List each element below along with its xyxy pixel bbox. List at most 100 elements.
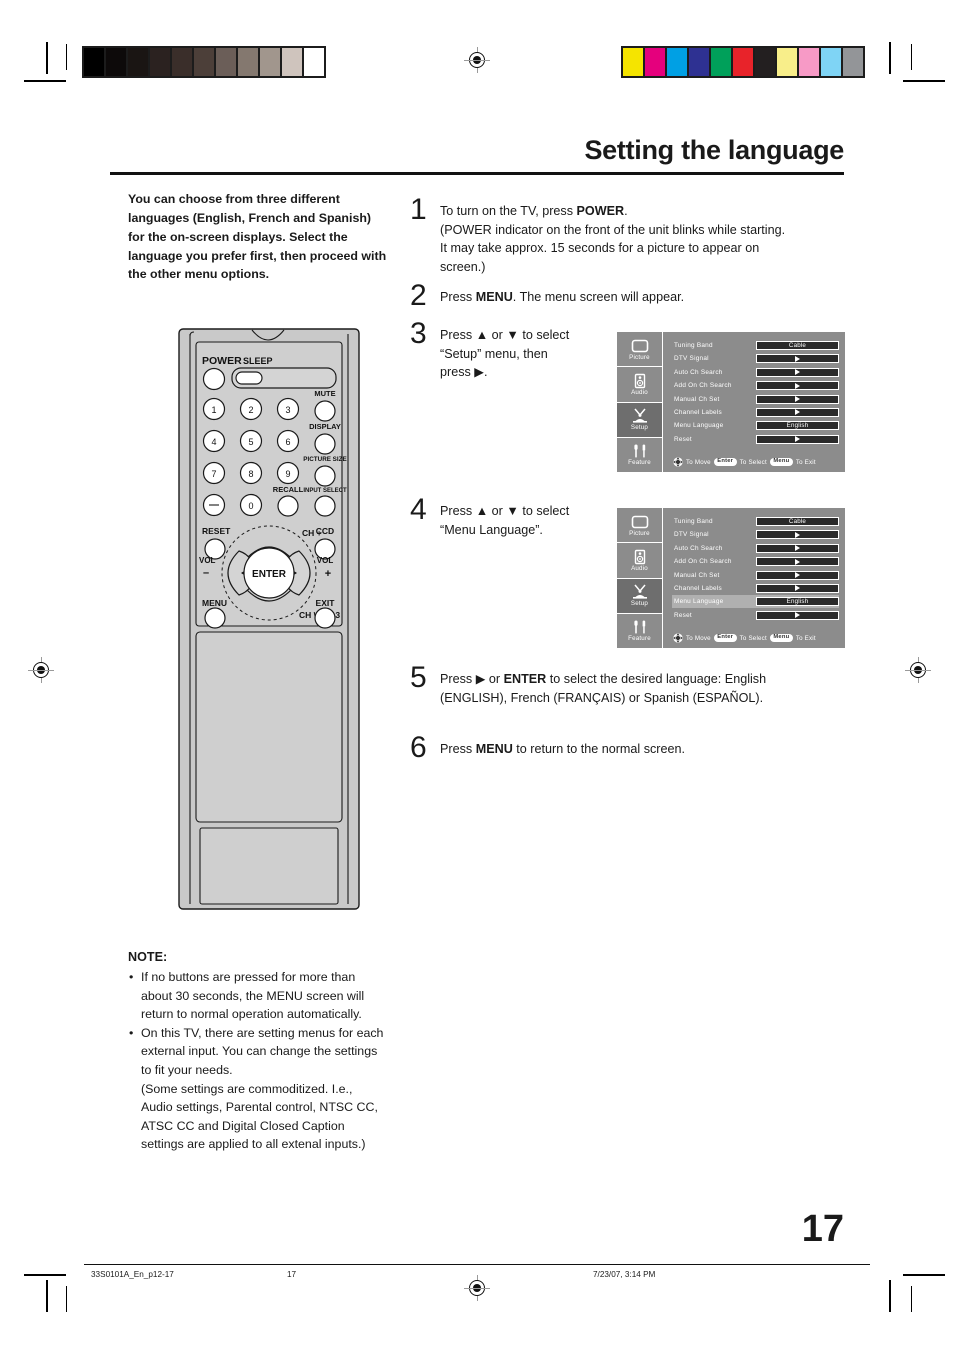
color-swatch	[126, 48, 148, 76]
svg-text:–: –	[203, 567, 209, 579]
color-swatch	[709, 48, 731, 76]
osd-hint-enter-key: Enter	[713, 457, 737, 467]
step-line: screen.)	[440, 258, 840, 277]
svg-text:PICTURE SIZE: PICTURE SIZE	[303, 456, 346, 463]
osd-row[interactable]: Add On Ch Search	[672, 379, 839, 392]
right-arrow-icon	[795, 382, 800, 389]
osd-row[interactable]: Auto Ch Search	[672, 366, 839, 379]
crop-mark-bl-v	[46, 1280, 48, 1312]
osd-row-value[interactable]	[756, 367, 839, 377]
step-text: Press	[440, 742, 476, 756]
crop-mark-tl-v	[46, 42, 48, 74]
osd-row-label: Tuning Band	[674, 342, 713, 349]
osd-sidebar-item-picture[interactable]: Picture	[617, 508, 662, 544]
page-title: Setting the language	[584, 135, 844, 165]
osd-row-label: Channel Labels	[674, 408, 722, 416]
osd-row-value[interactable]: Cable	[756, 517, 839, 526]
step-5-body: Press ▶ or ENTER to select the desired l…	[440, 670, 840, 707]
osd-sidebar-item-picture[interactable]: Picture	[617, 332, 662, 368]
osd-row-label: Reset	[674, 435, 692, 443]
osd-row-label: Reset	[674, 611, 692, 619]
crop-mark-br-inner	[911, 1286, 913, 1312]
osd-row-value[interactable]	[756, 610, 839, 620]
crop-mark-br-h	[903, 1274, 945, 1276]
intro-paragraph: You can choose from three different lang…	[128, 192, 387, 282]
dpad-icon	[673, 457, 683, 467]
svg-text:2: 2	[248, 405, 253, 415]
osd-sidebar-item-audio[interactable]: Audio	[617, 543, 662, 579]
note-item: If no buttons are pressed for more than …	[128, 968, 386, 1024]
osd-row-value-text: Cable	[788, 342, 807, 349]
step-3: 3 Press ▲ or ▼ to select “Setup” menu, th…	[410, 317, 610, 382]
osd-row[interactable]: Channel Labels	[672, 582, 839, 595]
svg-text:4: 4	[211, 437, 216, 447]
right-arrow-icon	[795, 612, 800, 619]
osd-row[interactable]: Reset	[672, 609, 839, 622]
osd-hint-bar: To Move Enter To Select Menu To Exit	[673, 633, 841, 643]
crop-mark-tr-inner	[911, 44, 913, 70]
osd-row-label: DTV Signal	[674, 355, 709, 363]
osd-row[interactable]: Manual Ch Set	[672, 569, 839, 582]
osd-row-value[interactable]	[756, 434, 839, 444]
osd-row[interactable]: DTV Signal	[672, 352, 839, 365]
osd-sidebar-item-audio[interactable]: Audio	[617, 367, 662, 403]
color-swatch	[623, 48, 643, 76]
step-line: Press ▶ or ENTER to select the desired l…	[440, 670, 840, 689]
osd-row[interactable]: Tuning Band Cable	[672, 515, 839, 528]
osd-hint-to-exit: To Exit	[795, 458, 816, 466]
osd-row[interactable]: Manual Ch Set	[672, 393, 839, 406]
osd-sidebar-label: Audio	[631, 388, 648, 396]
osd-row-value[interactable]	[756, 570, 839, 580]
osd-row[interactable]: Menu Language English	[672, 419, 839, 432]
osd-row-label: Channel Labels	[674, 584, 722, 592]
step-keyword: ENTER	[503, 672, 547, 686]
osd-sidebar-label: Feature	[628, 459, 651, 467]
step-line: Press MENU to return to the normal scree…	[440, 740, 840, 759]
step-1: 1 To turn on the TV, press POWER. (POWER …	[410, 193, 840, 277]
step-line: (POWER indicator on the front of the uni…	[440, 221, 840, 240]
osd-row-label: Add On Ch Search	[674, 382, 732, 390]
osd-row-value[interactable]	[756, 530, 839, 540]
step-text: . The menu screen will appear.	[512, 290, 685, 304]
tv-screen-icon	[631, 339, 648, 352]
osd-row-value[interactable]	[756, 543, 839, 553]
footer-divider	[84, 1264, 870, 1265]
osd-sidebar-item-setup[interactable]: Setup	[617, 578, 662, 614]
osd-sidebar-label: Setup	[630, 600, 649, 608]
step-4-body: Press ▲ or ▼ to select “Menu Language”.	[440, 502, 610, 539]
osd-sidebar-item-setup[interactable]: Setup	[617, 402, 662, 438]
osd-row-value[interactable]	[756, 583, 839, 593]
right-arrow-icon	[795, 558, 800, 565]
osd-row-value[interactable]	[756, 557, 839, 567]
osd-row[interactable]: Add On Ch Search	[672, 555, 839, 568]
registration-mark-top	[464, 47, 490, 73]
step-text: (POWER indicator on the front of the uni…	[440, 222, 786, 237]
note-item: On this TV, there are setting menus for …	[128, 1024, 386, 1154]
osd-row[interactable]: Auto Ch Search	[672, 542, 839, 555]
osd-row-value[interactable]	[756, 394, 839, 404]
osd-sidebar-item-feature[interactable]: Feature	[617, 438, 662, 472]
osd-row-value[interactable]: English	[756, 597, 839, 607]
right-arrow-icon	[795, 585, 800, 592]
svg-text:RESET: RESET	[202, 526, 231, 536]
step-2: 2 Press MENU. The menu screen will appea…	[410, 279, 840, 312]
osd-row[interactable]: Channel Labels	[672, 406, 839, 419]
osd-row-label: DTV Signal	[674, 531, 709, 539]
osd-row-value[interactable]: English	[756, 421, 839, 431]
osd-row[interactable]: Reset	[672, 433, 839, 446]
osd-row-value[interactable]	[756, 407, 839, 417]
osd-sidebar-item-feature[interactable]: Feature	[617, 614, 662, 648]
osd-row-label: Manual Ch Set	[674, 571, 720, 579]
osd-row-value[interactable]: Cable	[756, 341, 839, 350]
osd-row[interactable]: Tuning Band Cable	[672, 339, 839, 352]
crop-mark-tl-h	[24, 80, 66, 82]
registration-mark-bottom	[464, 1275, 490, 1301]
osd-row[interactable]: DTV Signal	[672, 528, 839, 541]
color-swatch	[797, 48, 819, 76]
osd-hint-to-select: To Select	[739, 458, 767, 466]
step-line: Press MENU. The menu screen will appear.	[440, 288, 840, 307]
osd-row-value[interactable]	[756, 381, 839, 391]
osd-row-value[interactable]	[756, 354, 839, 364]
right-arrow-icon	[795, 572, 800, 579]
osd-row[interactable]: Menu Language English	[672, 595, 839, 609]
